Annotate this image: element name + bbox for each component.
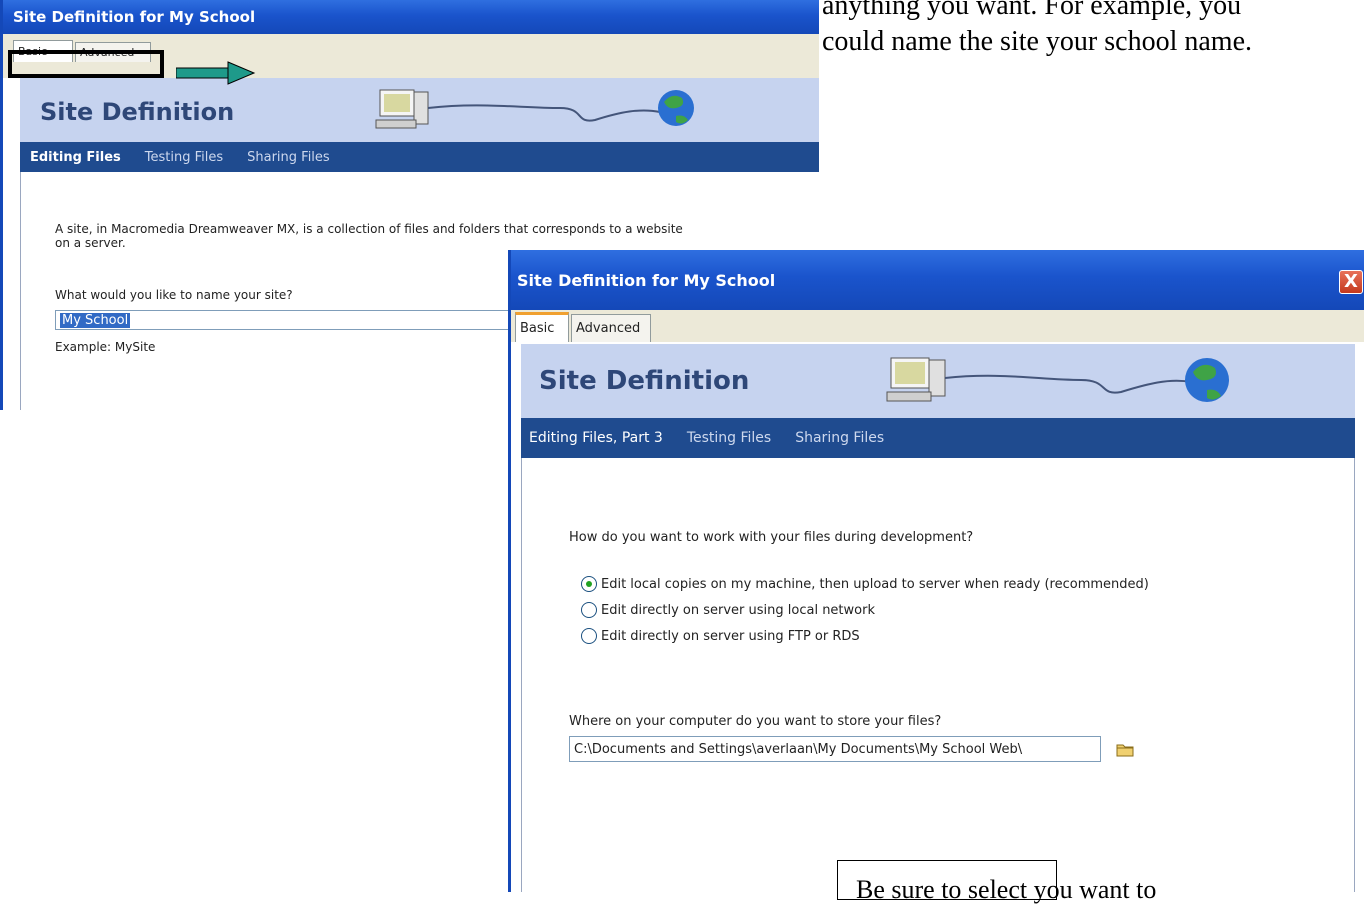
site-name-question: What would you like to name your site? [55,288,293,302]
window-title-bar[interactable]: Site Definition for My School [3,0,819,34]
window-title: Site Definition for My School [13,8,256,26]
window-title: Site Definition for My School [517,270,776,290]
intro-line-2: on a server. [55,236,126,250]
browse-folder-icon[interactable] [1115,740,1135,758]
step-sharing-files[interactable]: Sharing Files [795,430,884,446]
window-title-bar[interactable]: Site Definition for My School X [511,250,1364,310]
computer-globe-illustration [886,357,1229,402]
site-definition-banner: Site Definition [521,344,1355,418]
step-editing-files-part-3[interactable]: Editing Files, Part 3 [529,430,663,446]
tab-advanced[interactable]: Advanced [571,314,651,342]
option-edit-local-network[interactable]: Edit directly on server using local netw… [581,602,875,618]
tab-basic-label: Basic [520,321,555,336]
site-name-input[interactable]: My School [55,310,515,330]
option-label: Edit directly on server using FTP or RDS [601,628,860,644]
annotation-line-2: could name the site your school name. [822,26,1252,57]
annotation-text: anything you want. For example, you coul… [822,0,1362,60]
option-label: Edit local copies on my machine, then up… [601,576,1149,592]
option-edit-ftp[interactable]: Edit directly on server using FTP or RDS [581,628,860,644]
tab-advanced-label: Advanced [576,321,641,336]
radio-button[interactable] [581,602,597,618]
step-testing-files[interactable]: Testing Files [687,430,771,446]
site-name-value: My School [60,312,131,328]
wizard-steps-nav: Editing Files Testing Files Sharing File… [20,142,819,172]
tab-highlight-box [8,50,164,78]
pointer-arrow-icon [176,61,256,85]
step-editing-files[interactable]: Editing Files [30,150,121,165]
site-definition-banner: Site Definition [20,78,819,142]
close-button[interactable]: X [1339,270,1363,294]
intro-text: A site, in Macromedia Dreamweaver MX, is… [55,222,683,250]
computer-globe-illustration [375,89,694,129]
local-folder-input[interactable]: C:\Documents and Settings\averlaan\My Do… [569,736,1101,762]
annotation-line-1: anything you want. For example, you [822,0,1242,21]
step-sharing-files[interactable]: Sharing Files [247,150,330,165]
option-edit-local[interactable]: Edit local copies on my machine, then up… [581,576,1149,592]
wizard-steps-nav: Editing Files, Part 3 Testing Files Shar… [521,418,1355,458]
site-name-example: Example: MySite [55,340,156,354]
site-definition-window-front: Site Definition for My School X Basic Ad… [508,250,1364,892]
option-label: Edit directly on server using local netw… [601,602,875,618]
annotation-box: Be sure to select you want to [837,860,1156,904]
tab-strip: Basic Advanced [511,310,1364,342]
radio-button-checked[interactable] [581,576,597,592]
folder-question: Where on your computer do you want to st… [569,714,942,729]
intro-line-1: A site, in Macromedia Dreamweaver MX, is… [55,222,683,236]
banner-title: Site Definition [539,366,750,396]
banner-title: Site Definition [40,98,235,126]
tab-basic[interactable]: Basic [515,312,569,342]
step-testing-files[interactable]: Testing Files [145,150,223,165]
workflow-question: How do you want to work with your files … [569,530,974,545]
radio-button[interactable] [581,628,597,644]
